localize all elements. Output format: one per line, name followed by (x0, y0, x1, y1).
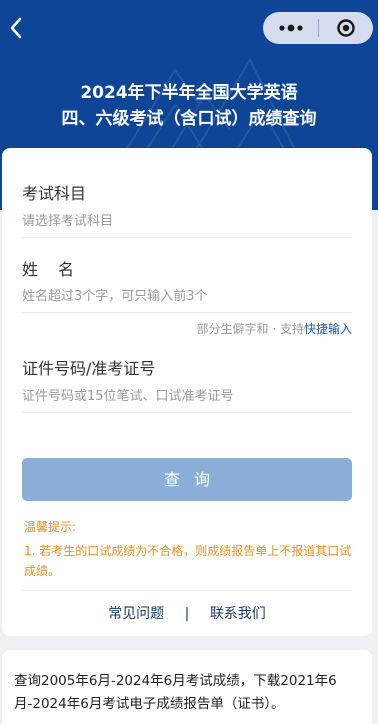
close-button[interactable] (319, 12, 373, 44)
chevron-left-icon (10, 17, 22, 39)
title-line-2: 四、六级考试（含口试）成绩查询 (61, 109, 317, 129)
contact-link[interactable]: 联系我们 (210, 603, 266, 623)
divider (22, 237, 352, 238)
subject-select[interactable] (22, 206, 352, 236)
query-form-card: 考试科目 姓名 部分生僻字和 · 支持快捷输入 证件号码/准考证号 查询 温馨提… (2, 148, 372, 636)
hint-text: 部分生僻字和 · 支持 (196, 322, 304, 336)
subject-label: 考试科目 (22, 184, 87, 203)
name-input[interactable] (22, 281, 352, 311)
divider (22, 412, 352, 413)
link-separator: | (184, 606, 190, 622)
id-number-input[interactable] (22, 381, 352, 411)
info-text: 查询2005年6月-2024年6月考试成绩，下载2021年6月-2024年6月考… (14, 673, 337, 712)
mini-program-capsule (263, 12, 373, 44)
more-dots-icon (278, 24, 303, 32)
divider (22, 312, 352, 313)
info-card: 查询2005年6月-2024年6月考试成绩，下载2021年6月-2024年6月考… (2, 650, 372, 724)
faq-link[interactable]: 常见问题 (108, 603, 164, 623)
query-button[interactable]: 查询 (22, 458, 352, 501)
quick-input-link[interactable]: 快捷输入 (304, 322, 352, 336)
tips-title: 温馨提示: (24, 520, 77, 534)
target-close-icon (337, 19, 355, 37)
tips-body: 1. 若考生的口试成绩为不合格，则成绩报告单上不报道其口试成绩。 (24, 544, 352, 578)
more-button[interactable] (263, 12, 318, 44)
rare-char-hint: 部分生僻字和 · 支持快捷输入 (197, 320, 352, 337)
page-title: 2024年下半年全国大学英语 四、六级考试（含口试）成绩查询 (0, 80, 378, 132)
back-button[interactable] (2, 13, 30, 43)
name-label: 姓名 (22, 260, 95, 279)
id-label: 证件号码/准考证号 (22, 359, 156, 378)
title-line-1: 2024年下半年全国大学英语 (80, 83, 298, 103)
footer-links: 常见问题 | 联系我们 (2, 603, 372, 623)
divider (22, 590, 352, 591)
